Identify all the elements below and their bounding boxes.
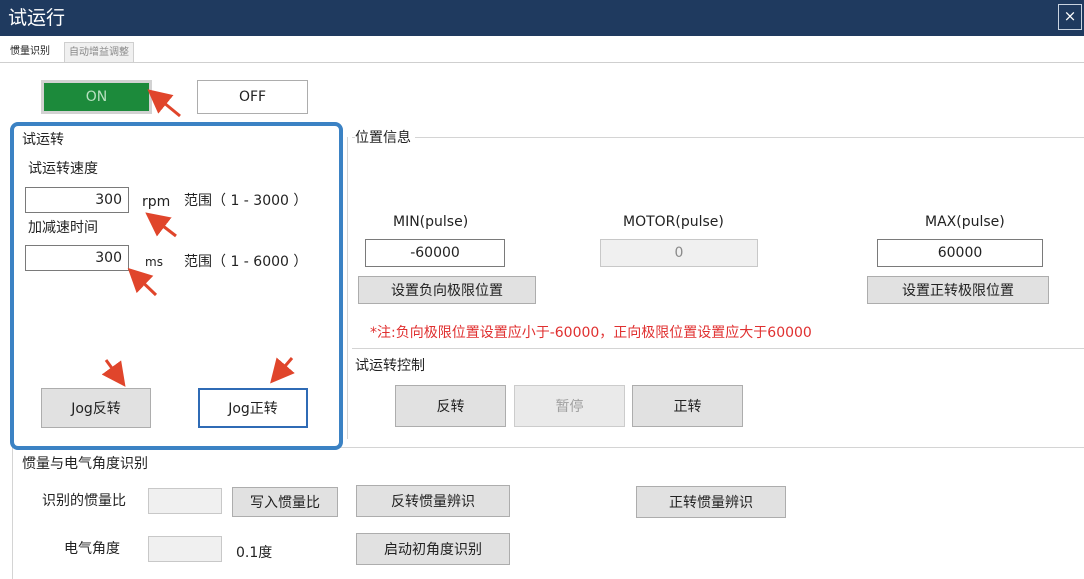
tab-auto-gain-tuning[interactable]: 自动增益调整 <box>64 42 134 62</box>
forward-inertia-identify-button[interactable]: 正转惯量辨识 <box>636 486 786 518</box>
write-inertia-ratio-button[interactable]: 写入惯量比 <box>232 487 338 517</box>
pause-button: 暂停 <box>514 385 625 427</box>
reverse-inertia-identify-button[interactable]: 反转惯量辨识 <box>356 485 510 517</box>
reverse-button[interactable]: 反转 <box>395 385 506 427</box>
inertia-group-left-border <box>12 447 13 579</box>
inertia-title: 惯量与电气角度识别 <box>22 455 152 473</box>
speed-label: 试运转速度 <box>28 161 98 177</box>
electrical-angle-label: 电气角度 <box>64 541 120 557</box>
jog-forward-button[interactable]: Jog正转 <box>198 388 308 428</box>
window-title: 试运行 <box>8 7 66 29</box>
min-label: MIN(pulse) <box>393 214 469 230</box>
accel-input[interactable] <box>25 245 129 271</box>
trial-run-title: 试运转 <box>22 131 64 149</box>
position-title: 位置信息 <box>355 129 415 147</box>
speed-unit: rpm <box>142 194 171 210</box>
group-divider <box>347 137 348 439</box>
close-button[interactable]: × <box>1058 4 1082 30</box>
accel-unit: ms <box>145 255 163 269</box>
speed-range: 范围（ 1 - 3000 ） <box>184 193 308 209</box>
tab-strip <box>0 40 1084 63</box>
run-control-title: 试运转控制 <box>355 357 429 375</box>
inertia-ratio-label: 识别的惯量比 <box>42 493 126 509</box>
electrical-angle-input <box>148 536 222 562</box>
inertia-ratio-input <box>148 488 222 514</box>
tab-inertia-identification[interactable]: 惯量识别 <box>6 42 54 61</box>
max-label: MAX(pulse) <box>925 214 1005 230</box>
jog-reverse-button[interactable]: Jog反转 <box>41 388 151 428</box>
motor-label: MOTOR(pulse) <box>623 214 724 230</box>
forward-button[interactable]: 正转 <box>632 385 743 427</box>
start-initial-angle-button[interactable]: 启动初角度识别 <box>356 533 510 565</box>
motor-position-input <box>600 239 758 267</box>
off-button[interactable]: OFF <box>197 80 308 114</box>
set-negative-limit-button[interactable]: 设置负向极限位置 <box>358 276 536 304</box>
max-position-input[interactable] <box>877 239 1043 267</box>
position-group-border <box>352 137 1084 138</box>
accel-label: 加减速时间 <box>28 220 98 236</box>
on-button[interactable]: ON <box>41 80 152 114</box>
accel-range: 范围（ 1 - 6000 ） <box>184 254 308 270</box>
electrical-angle-unit: 0.1度 <box>236 545 273 561</box>
min-position-input[interactable] <box>365 239 505 267</box>
speed-input[interactable] <box>25 187 129 213</box>
arrow-to-on <box>147 89 181 118</box>
set-positive-limit-button[interactable]: 设置正转极限位置 <box>867 276 1049 304</box>
limit-note: *注:负向极限位置设置应小于-60000，正向极限位置设置应大于60000 <box>370 325 812 341</box>
run-control-group-border <box>352 348 1084 349</box>
title-bar <box>0 0 1084 36</box>
